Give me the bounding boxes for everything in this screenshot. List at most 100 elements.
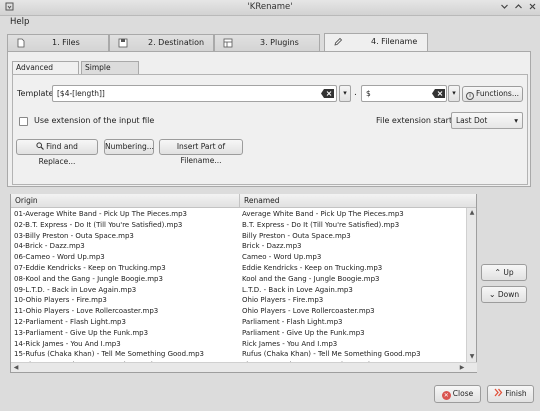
tab-plugins[interactable]: 3. Plugins (214, 34, 320, 51)
table-row[interactable]: 01-Average White Band - Pick Up The Piec… (11, 209, 466, 220)
template-input[interactable]: [$4-[length]] (52, 85, 337, 102)
template-dropdown-button[interactable]: ▾ (339, 85, 351, 102)
functions-label: Functions... (476, 89, 519, 98)
insert-part-label: Insert Part of Filename... (176, 142, 226, 165)
vertical-scrollbar[interactable]: ▲ ▼ (466, 208, 476, 362)
move-down-label: Down (497, 290, 520, 299)
extension-starts-select[interactable]: Last Dot ▾ (451, 112, 523, 129)
pencil-icon (333, 37, 343, 47)
cell-renamed: Rufus (Chaka Khan) - Tell Me Something G… (242, 350, 421, 359)
column-header-renamed[interactable]: Renamed (240, 194, 476, 208)
template-label: Template: (17, 89, 57, 98)
tab-plugins-label: 3. Plugins (260, 38, 299, 47)
tab-simple-filename[interactable]: Simple Filename (81, 61, 139, 84)
cell-renamed: B.T. Express - Do It (Till You're Satisf… (242, 220, 400, 229)
cell-origin: 08-Kool and the Gang - Jungle Boogie.mp3 (14, 274, 163, 283)
table-row[interactable]: 12-Parliament - Flash Light.mp3 Parliamen… (11, 317, 466, 328)
cell-renamed: Brick - Dazz.mp3 (242, 242, 302, 251)
table-row[interactable]: 02-B.T. Express - Do It (Till You're Sat… (11, 220, 466, 231)
functions-button[interactable]: i Functions... (462, 86, 523, 102)
table-row[interactable]: 13-Parliament - Give Up the Funk.mp3 Parl… (11, 328, 466, 339)
finish-button[interactable]: Finish (487, 385, 534, 403)
tab-destination-label: 2. Destination (148, 38, 205, 47)
template-clear-icon[interactable] (321, 89, 334, 100)
column-header-origin[interactable]: Origin (11, 194, 240, 208)
cell-renamed: Rick James - You And I.mp3 (242, 339, 338, 348)
table-row[interactable]: 10-Ohio Players - Fire.mp3 Ohio Players -… (11, 295, 466, 306)
extension-value: $ (366, 89, 371, 98)
cell-renamed: Cameo - Word Up.mp3 (242, 253, 322, 262)
cell-renamed: Kool and the Gang - Jungle Boogie.mp3 (242, 274, 380, 283)
tab-files-label: 1. Files (52, 38, 80, 47)
close-label: Close (452, 389, 474, 398)
close-window-icon[interactable] (527, 2, 538, 13)
menu-bar (0, 16, 540, 30)
scroll-down-icon[interactable]: ▼ (467, 352, 477, 362)
find-replace-label: Find and Replace... (38, 142, 78, 166)
search-icon (36, 141, 44, 155)
close-icon: ✕ (441, 391, 451, 400)
table-row[interactable]: 11-Ohio Players - Love Rollercoaster.mp3… (11, 306, 466, 317)
tab-advanced-filename[interactable]: Advanced Filename (12, 61, 79, 84)
table-row[interactable]: 03-Billy Preston - Outa Space.mp3 Billy P… (11, 231, 466, 242)
maximize-icon[interactable] (513, 2, 524, 13)
template-value: [$4-[length]] (57, 89, 105, 98)
column-renamed-label: Renamed (244, 196, 280, 205)
cell-origin: 13-Parliament - Give Up the Funk.mp3 (14, 328, 149, 337)
info-icon: i (466, 92, 475, 100)
numbering-label: Numbering... (105, 142, 154, 151)
cell-origin: 11-Ohio Players - Love Rollercoaster.mp3 (14, 307, 159, 316)
move-up-button[interactable]: ⌃ Up (481, 264, 527, 281)
extension-separator: . (354, 88, 357, 98)
cell-origin: 12-Parliament - Flash Light.mp3 (14, 318, 126, 326)
menu-help[interactable]: Help (10, 17, 29, 27)
table-row[interactable]: 04-Brick - Dazz.mp3 Brick - Dazz.mp3 (11, 241, 466, 252)
cell-renamed: Billy Preston - Outa Space.mp3 (242, 231, 351, 240)
arrow-up-icon: ⌃ (494, 268, 502, 277)
cell-renamed: Eddie Kendricks - Keep on Trucking.mp3 (242, 264, 383, 272)
scroll-right-icon[interactable]: ▶ (457, 363, 467, 373)
move-down-button[interactable]: ⌄ Down (481, 286, 527, 303)
minimize-icon[interactable] (499, 2, 510, 13)
scroll-up-icon[interactable]: ▲ (467, 208, 477, 218)
table-row[interactable]: 08-Kool and the Gang - Jungle Boogie.mp3… (11, 274, 466, 285)
extension-clear-icon[interactable] (432, 89, 445, 100)
table-row[interactable]: 14-Rick James - You And I.mp3 Rick James … (11, 339, 466, 350)
cell-origin: 03-Billy Preston - Outa Space.mp3 (14, 231, 134, 240)
finish-icon (494, 387, 503, 403)
horizontal-scrollbar[interactable]: ◀ ▶ (11, 362, 477, 372)
cell-origin: 15-Rufus (Chaka Khan) - Tell Me Somethin… (14, 350, 204, 359)
tab-destination[interactable]: 2. Destination (109, 34, 214, 51)
chevron-down-icon: ▾ (514, 116, 518, 125)
move-up-label: Up (503, 268, 514, 277)
cell-renamed: Ohio Players - Fire.mp3 (242, 296, 324, 305)
tab-filename[interactable]: 4. Filename (324, 33, 428, 51)
cell-origin: 07-Eddie Kendricks - Keep on Trucking.mp… (14, 264, 166, 272)
cell-origin: 02-B.T. Express - Do It (Till You're Sat… (14, 220, 183, 229)
use-extension-checkbox[interactable] (19, 117, 28, 126)
cell-origin: 10-Ohio Players - Fire.mp3 (14, 296, 107, 305)
chevron-down-icon: ▾ (343, 89, 347, 97)
cell-origin: 06-Cameo - Word Up.mp3 (14, 253, 105, 262)
tab-files[interactable]: 1. Files (7, 34, 109, 51)
table-row[interactable]: 09-L.T.D. - Back in Love Again.mp3 L.T.D.… (11, 285, 466, 296)
scroll-left-icon[interactable]: ◀ (11, 363, 21, 373)
table-row[interactable]: 15-Rufus (Chaka Khan) - Tell Me Somethin… (11, 349, 466, 360)
column-origin-label: Origin (15, 196, 38, 205)
table-row[interactable]: 07-Eddie Kendricks - Keep on Trucking.mp… (11, 263, 466, 274)
cell-origin: 04-Brick - Dazz.mp3 (14, 242, 85, 251)
chevron-down-icon: ▾ (452, 89, 456, 97)
tab-filename-label: 4. Filename (371, 37, 418, 46)
finish-label: Finish (505, 389, 527, 398)
numbering-button[interactable]: Numbering... (104, 139, 154, 155)
extension-dropdown-button[interactable]: ▾ (448, 85, 460, 102)
insert-part-button[interactable]: Insert Part of Filename... (159, 139, 243, 165)
find-replace-button[interactable]: Find and Replace... (16, 139, 98, 166)
window-title: 'KRename' (247, 2, 293, 12)
extension-starts-value: Last Dot (456, 116, 488, 125)
use-extension-label: Use extension of the input file (34, 116, 155, 125)
table-row[interactable]: 06-Cameo - Word Up.mp3 Cameo - Word Up.mp… (11, 252, 466, 263)
close-button[interactable]: ✕ Close (434, 385, 481, 403)
cell-origin: 01-Average White Band - Pick Up The Piec… (14, 210, 188, 218)
save-icon (118, 38, 128, 48)
